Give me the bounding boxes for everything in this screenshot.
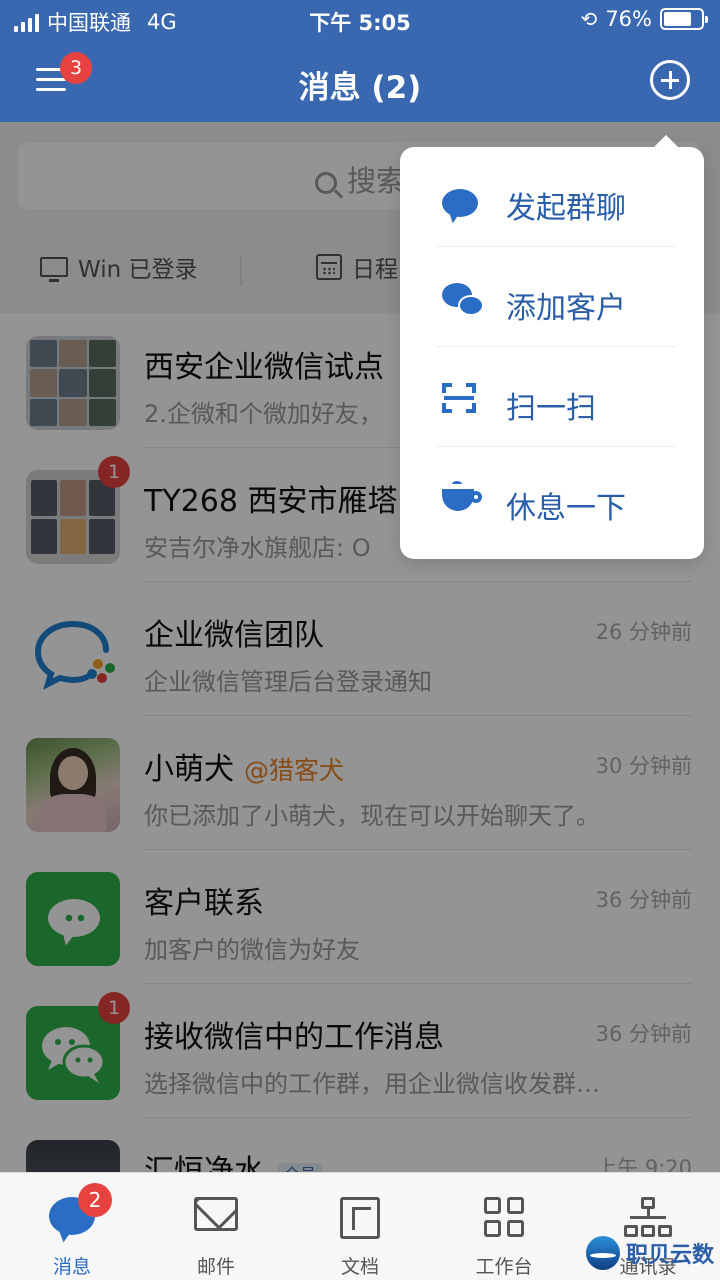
wechat-icon	[442, 283, 486, 317]
app-header: 3 消息 (2)	[0, 40, 720, 122]
menu-item-add-customer[interactable]: 添加客户	[400, 247, 704, 347]
tab-docs[interactable]: 文档	[288, 1173, 432, 1280]
workbench-grid-icon	[484, 1197, 524, 1237]
tab-workbench[interactable]: 工作台	[432, 1173, 576, 1280]
document-icon	[340, 1197, 380, 1239]
menu-item-scan[interactable]: 扫一扫	[400, 347, 704, 447]
tab-messages[interactable]: 2 消息	[0, 1173, 144, 1280]
menu-label: 扫一扫	[506, 391, 596, 426]
menu-label: 休息一下	[506, 491, 626, 526]
watermark-logo-icon	[585, 1236, 620, 1270]
status-bar: 中国联通 4G 下午 5:05 ⟲ 76%	[0, 0, 720, 40]
scan-icon	[442, 383, 476, 413]
tab-mail[interactable]: 邮件	[144, 1173, 288, 1280]
tab-label: 文档	[340, 1256, 379, 1278]
coffee-cup-icon	[442, 481, 482, 511]
battery-icon	[660, 8, 708, 30]
tab-label: 工作台	[475, 1256, 533, 1278]
menu-label: 发起群聊	[506, 191, 626, 226]
menu-label: 添加客户	[506, 291, 626, 326]
add-popup-menu: 发起群聊 添加客户 扫一扫 休息一下	[400, 135, 704, 559]
chat-bubble-icon	[442, 189, 478, 217]
rotation-lock-icon: ⟲	[580, 7, 598, 31]
tab-label: 邮件	[196, 1256, 235, 1278]
tab-badge: 2	[78, 1183, 112, 1217]
tab-label: 消息	[52, 1256, 91, 1278]
battery-percent: 76%	[605, 7, 652, 31]
mail-icon	[194, 1197, 238, 1231]
watermark: 职贝云数	[585, 1236, 714, 1270]
contacts-org-icon	[624, 1197, 672, 1237]
plus-circle-icon[interactable]	[650, 60, 690, 100]
menu-item-group-chat[interactable]: 发起群聊	[400, 147, 704, 247]
menu-item-take-break[interactable]: 休息一下	[400, 447, 704, 547]
watermark-text: 职贝云数	[625, 1243, 714, 1268]
page-title: 消息 (2)	[298, 70, 422, 106]
